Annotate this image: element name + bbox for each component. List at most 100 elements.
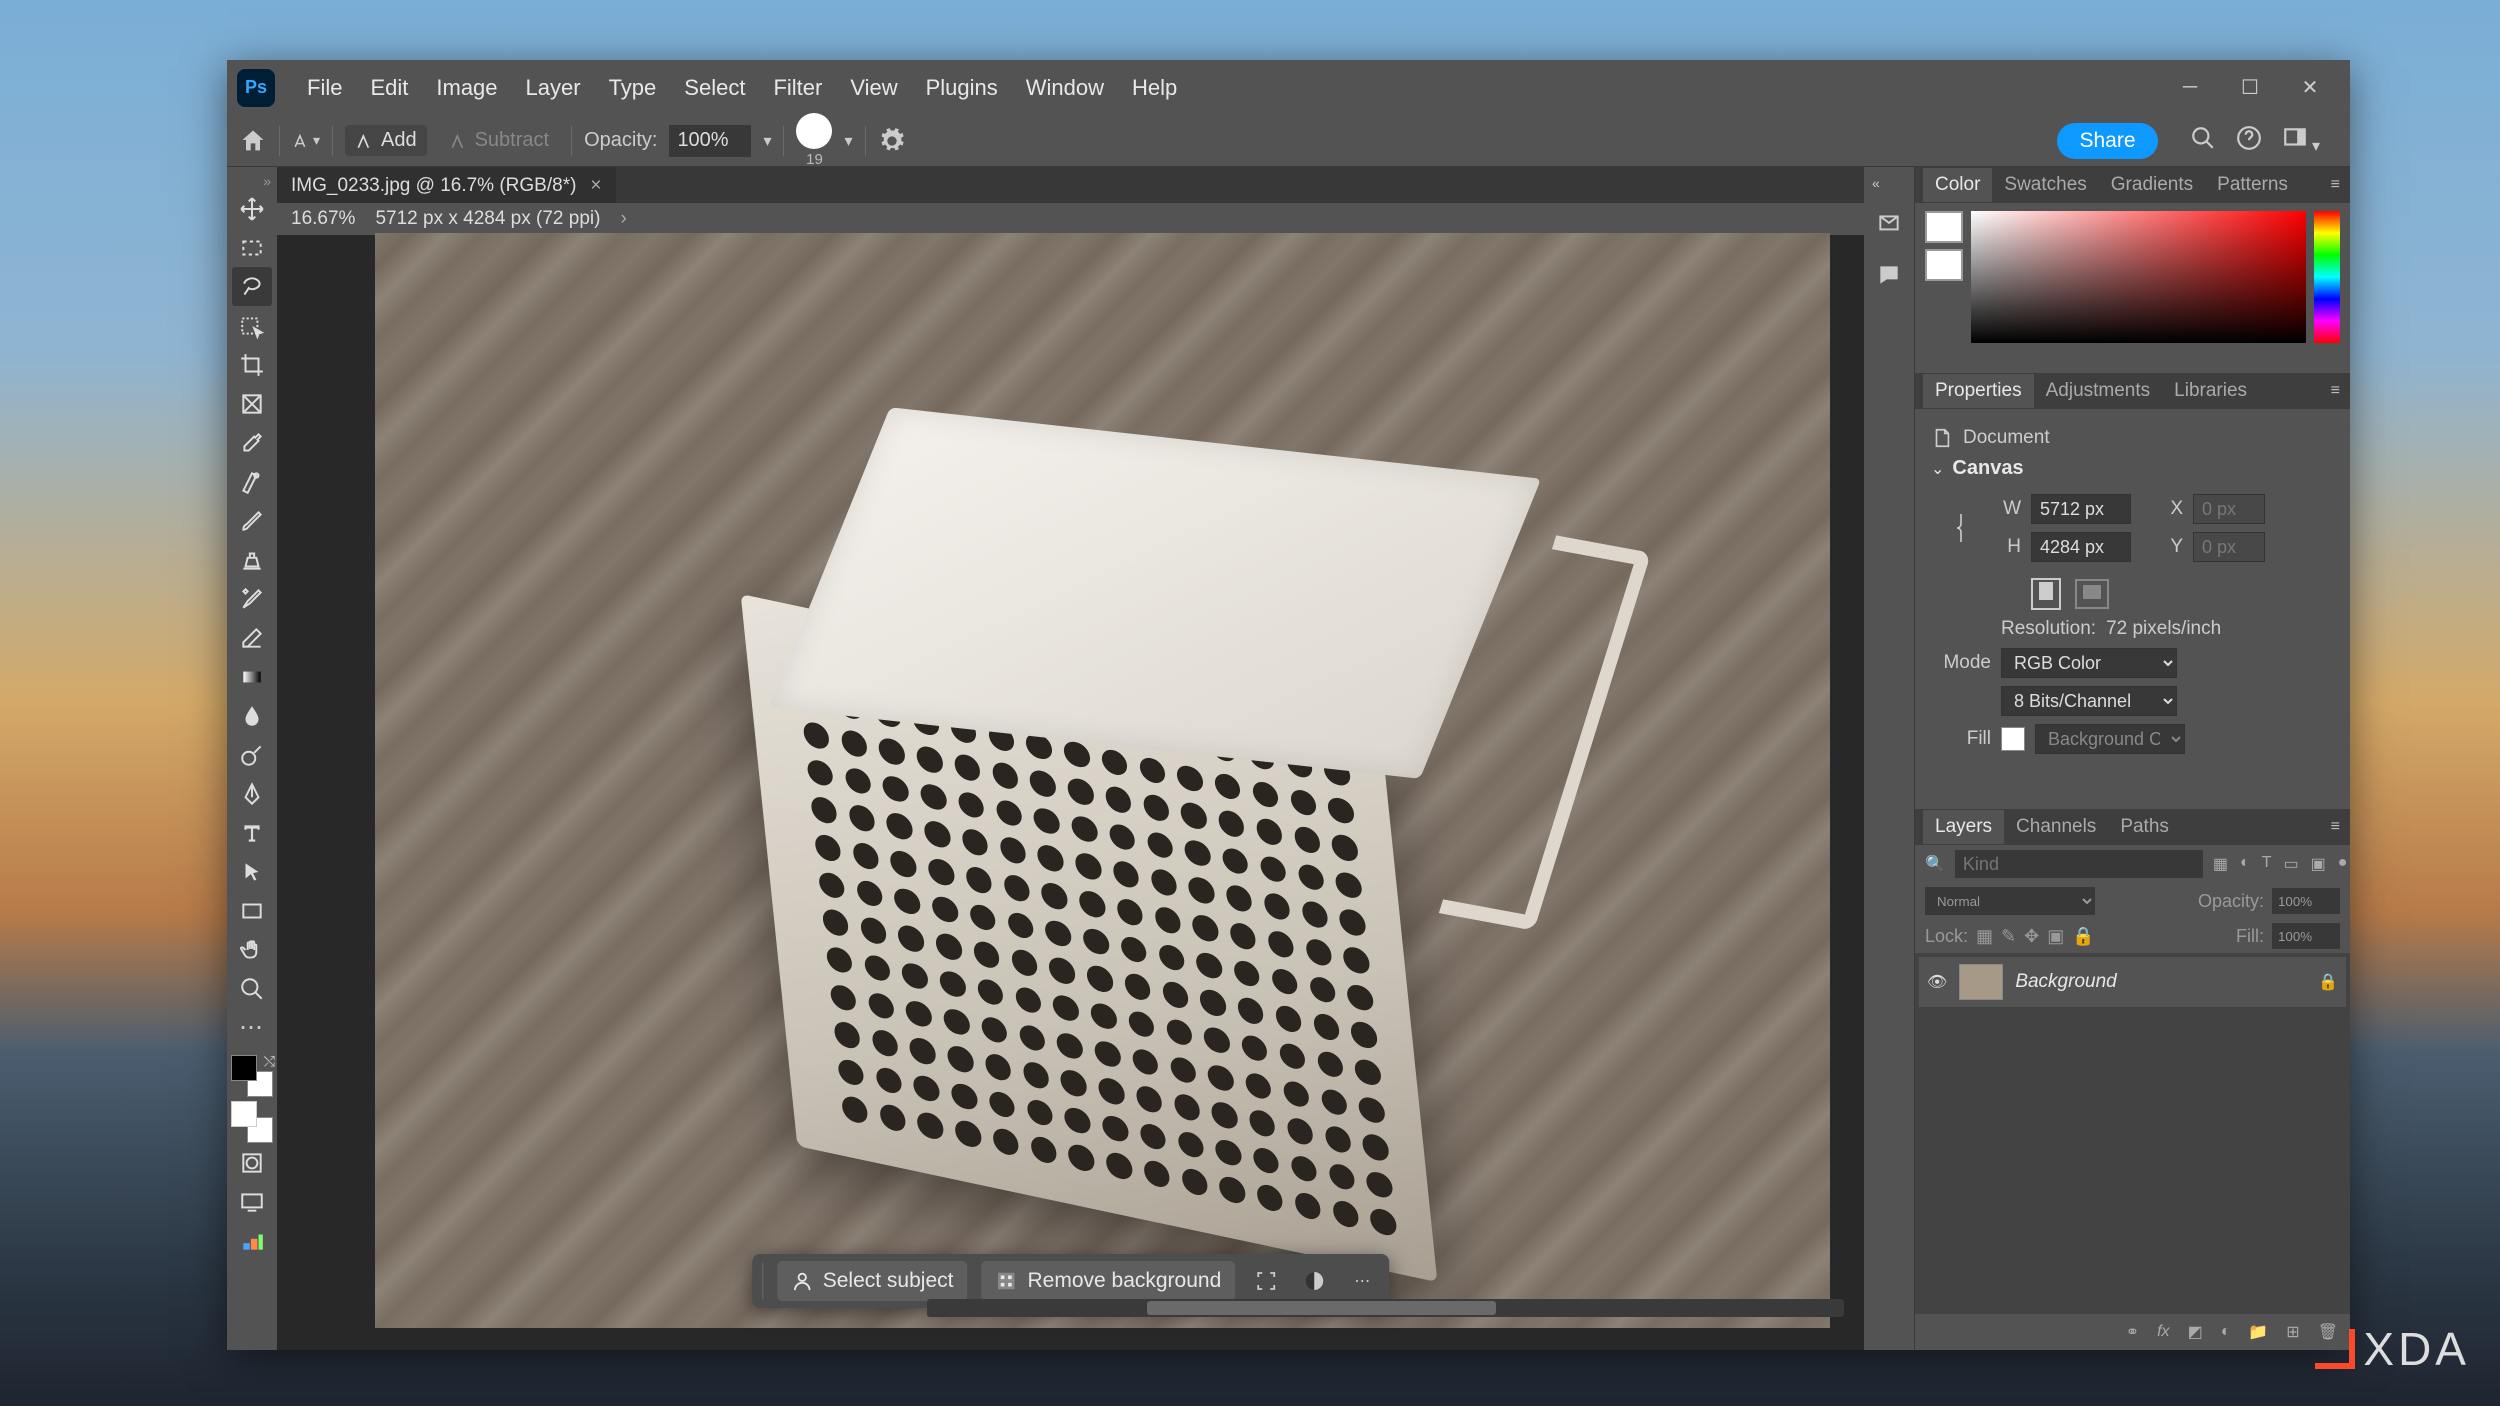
fill-select[interactable]: Background Color [2035,724,2185,754]
lock-image-icon[interactable]: ✎ [2001,926,2016,947]
collapse-icon[interactable]: « [1872,175,1880,191]
document-tab[interactable]: IMG_0233.jpg @ 16.7% (RGB/8*) × [277,167,616,203]
menu-view[interactable]: View [836,69,911,107]
width-input[interactable] [2031,494,2131,524]
height-input[interactable] [2031,532,2131,562]
expand-tools-icon[interactable]: » [263,173,271,189]
filter-search-icon[interactable]: 🔍 [1925,854,1945,874]
extras-tool[interactable] [232,1221,272,1260]
tab-swatches[interactable]: Swatches [1992,168,2098,202]
canvas-section[interactable]: ⌄ Canvas [1931,457,2334,480]
menu-file[interactable]: File [293,69,356,107]
zoom-tool[interactable] [232,969,272,1008]
menu-layer[interactable]: Layer [512,69,595,107]
brush-dropdown-icon[interactable]: ▾ [844,131,852,151]
foreground-background-colors-2[interactable] [231,1101,273,1143]
layer-fill-input[interactable] [2272,923,2340,949]
foreground-background-colors[interactable]: ⤭ [231,1055,273,1097]
healing-brush-tool[interactable] [232,462,272,501]
adjustment-layer-icon[interactable]: ◐ [2221,1323,2231,1341]
foreground-color[interactable] [1925,211,1963,243]
layer-opacity-input[interactable] [2272,888,2340,914]
quick-mask-tool[interactable] [232,1143,272,1182]
object-selection-tool[interactable] [232,306,272,345]
lock-transparency-icon[interactable]: ▦ [1976,926,1993,947]
gear-icon[interactable] [878,127,906,155]
layer-name[interactable]: Background [2015,971,2116,993]
visibility-toggle-icon[interactable]: 👁 [1927,972,1947,992]
new-layer-icon[interactable]: ⊞ [2286,1322,2299,1342]
tab-channels[interactable]: Channels [2004,810,2108,844]
transform-icon[interactable] [1249,1264,1283,1298]
swap-colors-icon[interactable]: ⤭ [264,1053,275,1070]
layer-mask-icon[interactable]: ◩ [2188,1322,2203,1342]
select-subject-button[interactable]: Select subject [777,1261,968,1301]
lock-all-icon[interactable]: 🔒 [2072,926,2094,947]
filter-type-icon[interactable]: T [2262,854,2272,874]
horizontal-scrollbar[interactable] [927,1299,1844,1317]
crop-tool[interactable] [232,345,272,384]
frame-tool[interactable] [232,384,272,423]
move-tool[interactable] [232,189,272,228]
opacity-dropdown-icon[interactable]: ▾ [763,131,771,151]
filter-smart-icon[interactable]: ▣ [2311,854,2326,874]
menu-image[interactable]: Image [422,69,511,107]
tab-patterns[interactable]: Patterns [2205,168,2300,202]
home-icon[interactable] [239,127,267,155]
workspace-icon[interactable]: ▾ [2282,125,2320,156]
add-selection-button[interactable]: Add [345,125,427,156]
minimize-button[interactable]: ─ [2160,63,2220,113]
group-icon[interactable]: 📁 [2248,1322,2268,1342]
hue-slider[interactable] [2314,211,2340,343]
tab-libraries[interactable]: Libraries [2162,374,2259,408]
tab-gradients[interactable]: Gradients [2099,168,2205,202]
screen-mode-tool[interactable] [232,1182,272,1221]
background-color[interactable] [1925,249,1963,281]
clone-stamp-tool[interactable] [232,540,272,579]
color-field[interactable] [1971,211,2306,343]
marquee-tool[interactable] [232,228,272,267]
menu-window[interactable]: Window [1012,69,1118,107]
bits-select[interactable]: 8 Bits/Channel [2001,686,2177,716]
learn-icon[interactable] [1876,211,1902,242]
brush-tool[interactable] [232,501,272,540]
lock-position-icon[interactable]: ✥ [2024,926,2039,947]
adjustments-icon[interactable] [1297,1264,1331,1298]
blend-mode-select[interactable]: Normal [1925,887,2095,915]
panel-menu-icon[interactable]: ≡ [2331,382,2340,400]
history-brush-tool[interactable] [232,579,272,618]
panel-menu-icon[interactable]: ≡ [2331,818,2340,836]
lock-artboard-icon[interactable]: ▣ [2047,926,2064,947]
status-arrow-icon[interactable]: › [620,208,626,230]
filter-pixel-icon[interactable]: ▦ [2213,854,2228,874]
more-icon[interactable]: ⋯ [1345,1264,1379,1298]
share-button[interactable]: Share [2057,123,2157,159]
fill-swatch[interactable] [2001,727,2025,751]
edit-toolbar-button[interactable]: ⋯ [232,1008,272,1047]
close-tab-icon[interactable]: × [590,175,601,197]
layer-thumbnail[interactable] [1959,964,2003,1000]
lasso-tool[interactable] [232,267,272,306]
portrait-icon[interactable] [2031,578,2061,610]
menu-select[interactable]: Select [670,69,759,107]
blur-tool[interactable] [232,696,272,735]
gradient-tool[interactable] [232,657,272,696]
tab-properties[interactable]: Properties [1923,374,2034,408]
close-button[interactable]: ✕ [2280,63,2340,113]
tab-adjustments[interactable]: Adjustments [2034,374,2163,408]
pen-tool[interactable] [232,774,272,813]
panel-menu-icon[interactable]: ≡ [2331,176,2340,194]
dodge-tool[interactable] [232,735,272,774]
menu-edit[interactable]: Edit [356,69,422,107]
brush-preview[interactable]: 19 [796,113,832,168]
link-icon[interactable] [1951,508,1971,548]
rectangle-tool[interactable] [232,891,272,930]
layer-lock-icon[interactable]: 🔒 [2318,972,2338,992]
tab-layers[interactable]: Layers [1923,810,2004,844]
zoom-level[interactable]: 16.67% [291,208,355,230]
filter-adjustment-icon[interactable]: ◐ [2240,854,2250,874]
filter-shape-icon[interactable]: ▭ [2284,854,2299,874]
layer-row[interactable]: 👁 Background 🔒 [1919,957,2346,1007]
help-icon[interactable] [2236,125,2262,156]
menu-filter[interactable]: Filter [759,69,836,107]
